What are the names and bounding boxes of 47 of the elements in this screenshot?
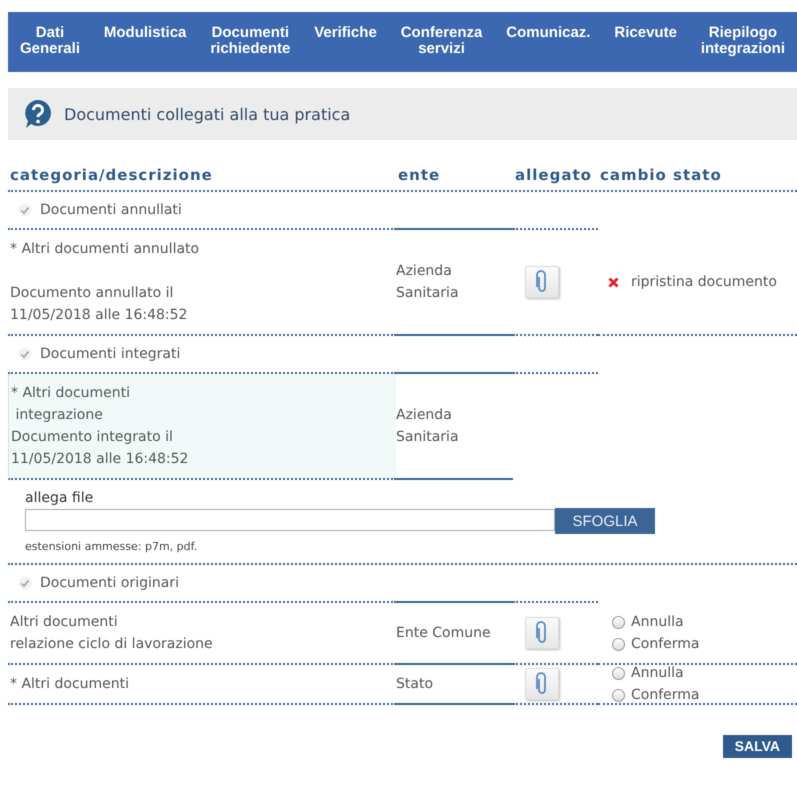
paperclip-icon: [535, 672, 549, 696]
attachment-button[interactable]: [525, 266, 559, 298]
ente-text: Ente Comune: [396, 624, 491, 643]
nav-tab[interactable]: Modulistica: [92, 25, 198, 41]
document-note: Documento integrato il 11/05/2018 alle 16:48:52: [11, 428, 188, 469]
restore-link[interactable]: ripristina documento: [631, 274, 777, 290]
paperclip-icon: [535, 621, 549, 645]
document-title: Altri documenti relazione ciclo di lavorazione: [10, 613, 213, 654]
nav-tab[interactable]: Riepilogo integrazioni: [688, 25, 797, 57]
check-icon: [18, 347, 32, 361]
attachment-button[interactable]: [525, 668, 559, 700]
check-icon: [18, 203, 32, 217]
ente-text: Azienda Sanitaria: [396, 406, 459, 447]
extensions-hint: estensioni ammesse: p7m, pdf.: [25, 540, 198, 553]
document-title: * Altri documenti integrazione: [11, 384, 130, 425]
section-title: Documenti annullati: [40, 202, 182, 218]
radio-option[interactable]: Conferma: [612, 687, 700, 703]
nav-tab[interactable]: Verifiche: [302, 25, 389, 41]
column-header: cambio stato: [599, 166, 723, 186]
info-text: Documenti collegati alla tua pratica: [64, 104, 350, 124]
section-title: Documenti originari: [40, 575, 179, 591]
nav-tab[interactable]: Dati Generali: [8, 25, 92, 57]
ente-text: Stato: [396, 675, 434, 694]
close-icon: [608, 276, 619, 288]
section-title: Documenti integrati: [40, 346, 180, 362]
nav-tab[interactable]: Documenti richiedente: [198, 25, 302, 57]
column-header: allegato: [514, 166, 593, 186]
help-icon: [22, 98, 54, 130]
browse-button[interactable]: SFOGLIA: [555, 508, 655, 534]
attachment-button[interactable]: [525, 617, 559, 649]
save-button[interactable]: SALVA: [722, 735, 792, 758]
ente-text: Azienda Sanitaria: [396, 262, 459, 303]
document-title: * Altri documenti: [10, 675, 130, 694]
column-header: ente: [397, 166, 442, 186]
document-title: * Altri documenti annullato: [10, 240, 200, 259]
nav-tab[interactable]: Conferenza servizi: [388, 25, 494, 57]
upload-label: allega file: [25, 490, 94, 506]
radio-option[interactable]: Conferma: [612, 636, 700, 652]
column-header: categoria/descrizione: [9, 166, 214, 186]
paperclip-icon: [535, 270, 549, 294]
check-icon: [18, 576, 32, 590]
nav-tab[interactable]: Comunicaz.: [494, 25, 602, 41]
radio-option[interactable]: Annulla: [612, 665, 700, 681]
document-note: Documento annullato il 11/05/2018 alle 16:48:52: [10, 284, 188, 325]
nav-tab[interactable]: Ricevute: [602, 25, 689, 41]
file-field[interactable]: [25, 509, 555, 531]
radio-option[interactable]: Annulla: [612, 614, 700, 630]
